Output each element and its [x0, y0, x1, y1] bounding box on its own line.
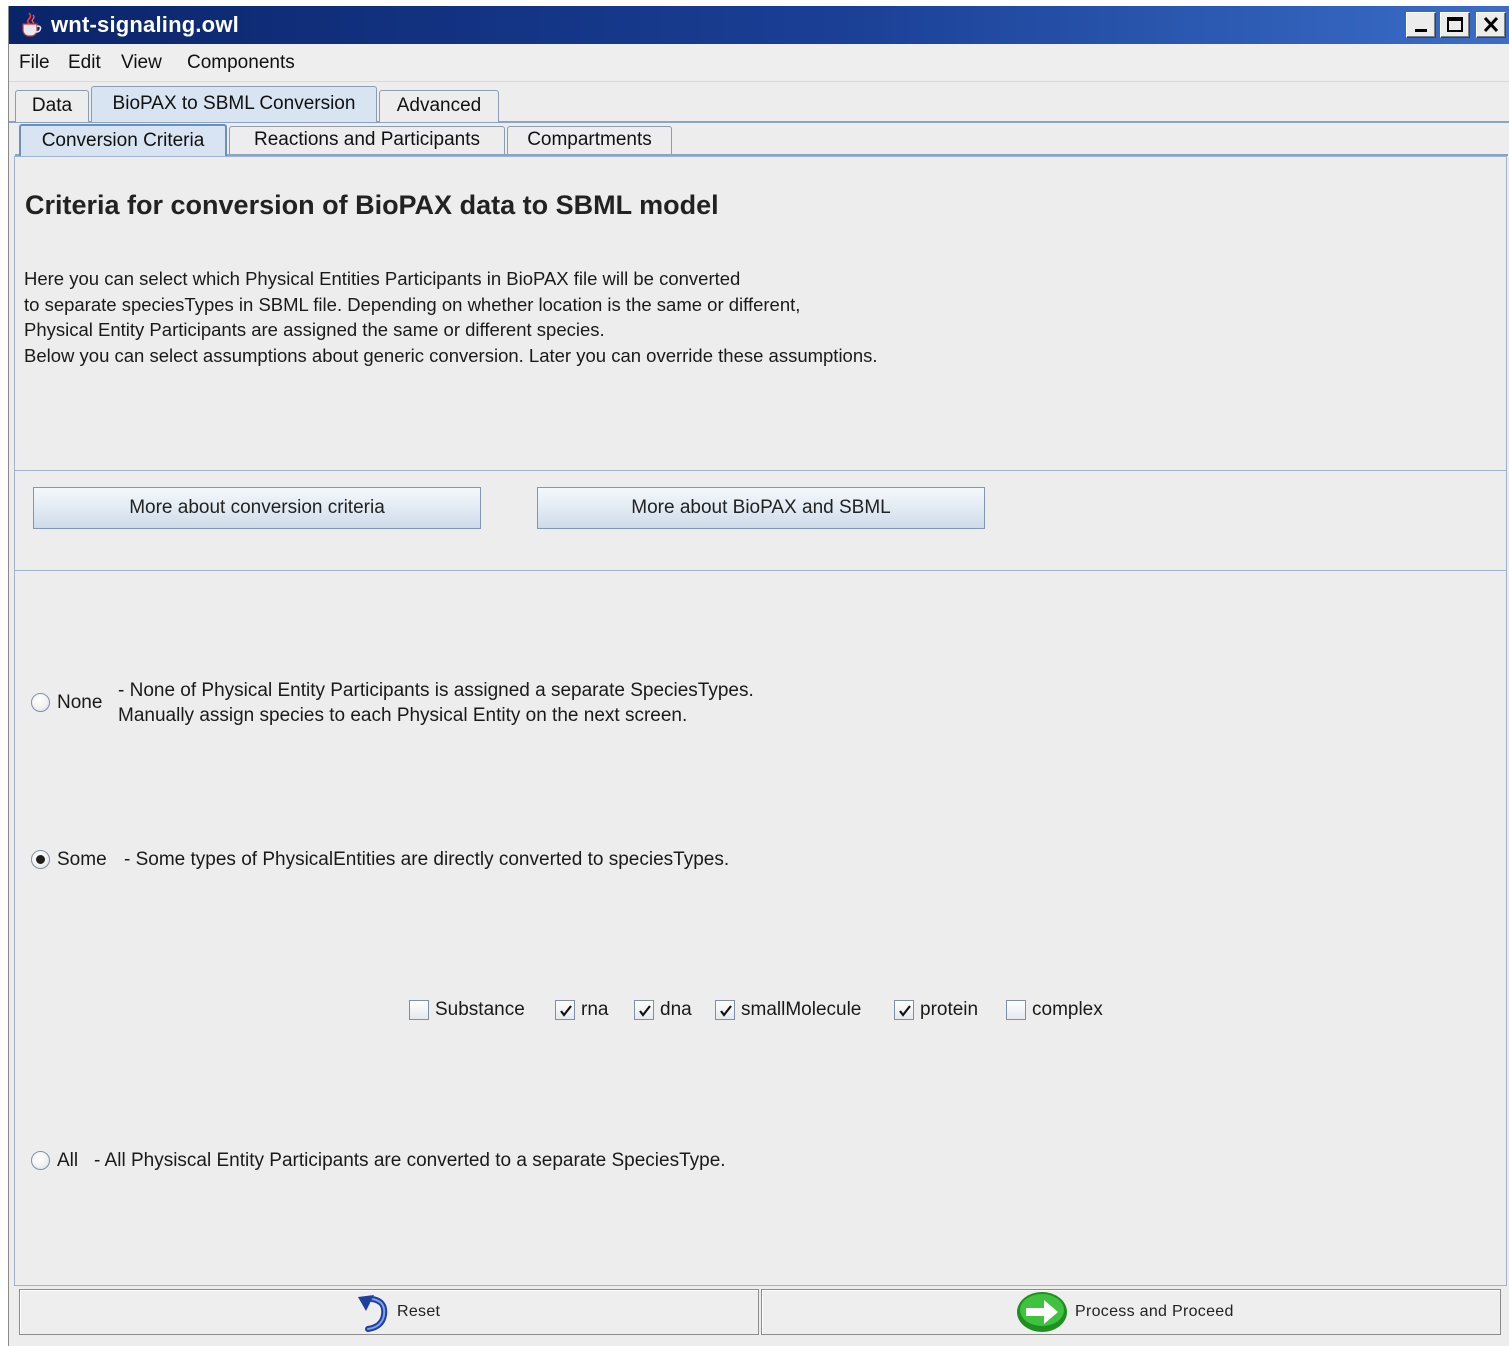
- description-line-3: Physical Entity Participants are assigne…: [24, 319, 605, 340]
- checkbox-complex-label[interactable]: complex: [1032, 999, 1103, 1021]
- separator: [15, 470, 1506, 471]
- window-title: wnt-signaling.owl: [51, 12, 239, 37]
- undo-arrow-icon: [358, 1295, 388, 1332]
- menu-components[interactable]: Components: [187, 52, 295, 74]
- checkmark-icon: [639, 1005, 651, 1017]
- title-bar[interactable]: wnt-signaling.owl: [9, 6, 1509, 44]
- close-button[interactable]: [1476, 12, 1506, 38]
- menu-file[interactable]: File: [19, 52, 50, 74]
- description-line-2: to separate speciesTypes in SBML file. D…: [24, 294, 801, 315]
- radio-some-description: - Some types of PhysicalEntities are dir…: [124, 849, 730, 870]
- checkbox-substance-label[interactable]: Substance: [435, 999, 525, 1021]
- checkbox-protein-label[interactable]: protein: [920, 999, 978, 1021]
- java-cup-icon: [22, 12, 42, 37]
- radio-some[interactable]: [31, 850, 50, 869]
- close-icon: [1483, 16, 1499, 33]
- maximize-button[interactable]: [1440, 12, 1470, 38]
- checkbox-smallmolecule-label[interactable]: smallMolecule: [741, 999, 861, 1021]
- checkbox-dna[interactable]: [634, 1000, 654, 1020]
- separator: [15, 570, 1506, 571]
- more-about-biopax-and-sbml-button[interactable]: More about BioPAX and SBML: [537, 487, 985, 529]
- tab-reactions-and-participants[interactable]: Reactions and Participants: [229, 126, 505, 154]
- menu-edit[interactable]: Edit: [68, 52, 101, 74]
- maximize-icon: [1447, 17, 1463, 32]
- checkbox-complex[interactable]: [1006, 1000, 1026, 1020]
- checkbox-rna[interactable]: [555, 1000, 575, 1020]
- radio-none-description-2: Manually assign species to each Physical…: [118, 705, 688, 726]
- radio-none[interactable]: [31, 693, 50, 712]
- description-line-1: Here you can select which Physical Entit…: [24, 268, 741, 289]
- application-window: wnt-signaling.owl File Edit View Compone…: [8, 6, 1509, 1346]
- green-arrow-right-icon: [1017, 1292, 1067, 1332]
- reset-label: Reset: [397, 1303, 441, 1320]
- radio-all[interactable]: [31, 1151, 50, 1170]
- checkmark-icon: [560, 1005, 572, 1017]
- radio-none-description-1: - None of Physical Entity Participants i…: [118, 680, 754, 701]
- checkmark-icon: [899, 1005, 911, 1017]
- checkbox-dna-label[interactable]: dna: [660, 999, 692, 1021]
- reset-button[interactable]: Reset: [19, 1289, 759, 1335]
- tab-conversion-criteria[interactable]: Conversion Criteria: [19, 124, 227, 156]
- more-about-conversion-criteria-button[interactable]: More about conversion criteria: [33, 487, 481, 529]
- process-and-proceed-button[interactable]: Process and Proceed: [761, 1289, 1501, 1335]
- page-title: Criteria for conversion of BioPAX data t…: [25, 190, 719, 220]
- menu-view[interactable]: View: [121, 52, 162, 74]
- radio-selected-dot: [36, 855, 45, 864]
- checkbox-rna-label[interactable]: rna: [581, 999, 608, 1021]
- radio-all-label[interactable]: All: [57, 1150, 78, 1172]
- radio-all-description: - All Physiscal Entity Participants are …: [94, 1150, 726, 1171]
- process-and-proceed-label: Process and Proceed: [1075, 1303, 1234, 1320]
- description-line-4: Below you can select assumptions about g…: [24, 345, 878, 366]
- minimize-icon: [1415, 29, 1427, 32]
- tab-compartments[interactable]: Compartments: [507, 126, 672, 154]
- radio-none-label[interactable]: None: [57, 692, 102, 714]
- checkbox-smallmolecule[interactable]: [715, 1000, 735, 1020]
- tab-biopax-to-sbml-conversion[interactable]: BioPAX to SBML Conversion: [91, 86, 377, 122]
- radio-some-label[interactable]: Some: [57, 849, 107, 871]
- menu-bar: File Edit View Components: [9, 44, 1509, 82]
- tab-data[interactable]: Data: [15, 90, 89, 122]
- minimize-button[interactable]: [1406, 12, 1436, 38]
- checkbox-substance[interactable]: [409, 1000, 429, 1020]
- checkbox-protein[interactable]: [894, 1000, 914, 1020]
- checkmark-icon: [720, 1005, 732, 1017]
- tab-advanced[interactable]: Advanced: [379, 90, 499, 122]
